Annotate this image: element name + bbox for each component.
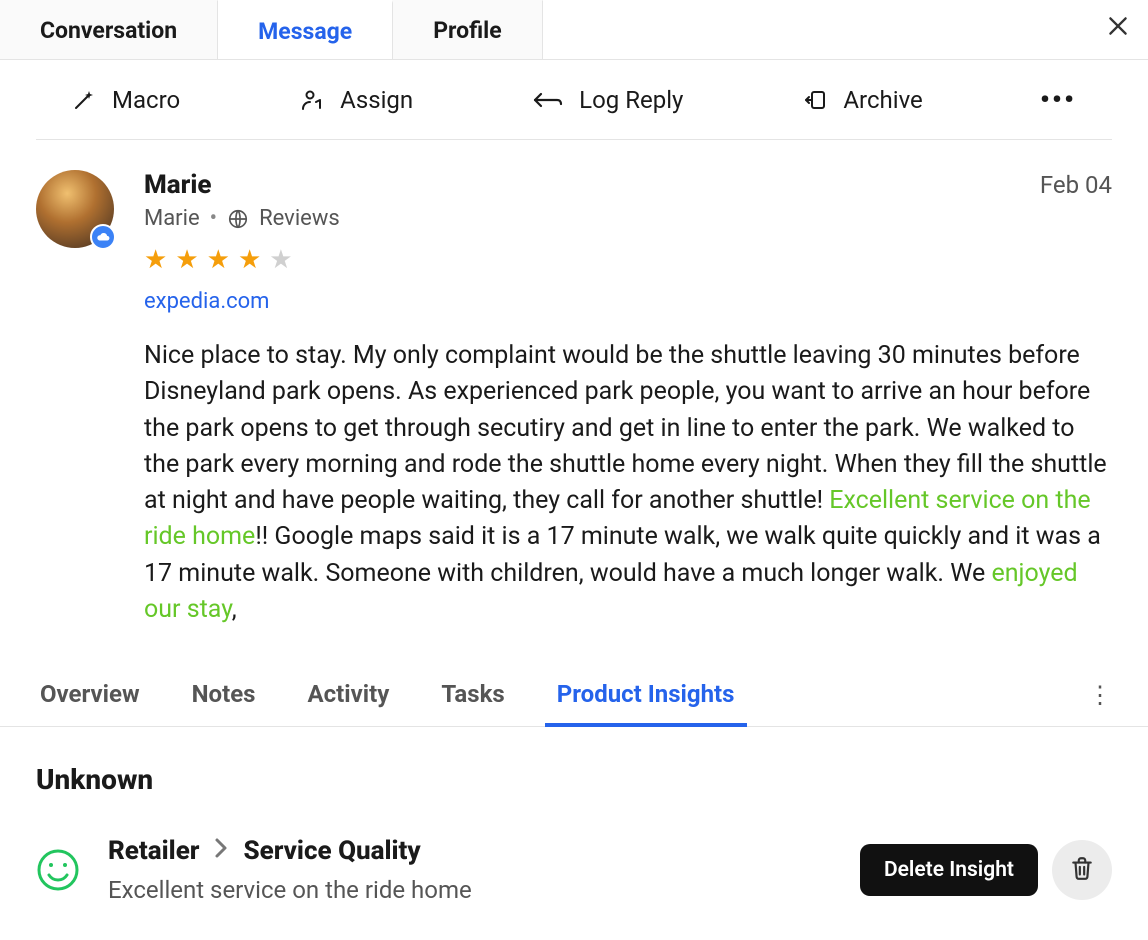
- action-more[interactable]: •••: [1040, 83, 1076, 116]
- review-sub-author: Marie: [144, 206, 200, 231]
- avatar[interactable]: [36, 170, 114, 248]
- review-author: Marie: [144, 170, 211, 200]
- close-button[interactable]: [1088, 0, 1148, 59]
- delete-insight-button[interactable]: Delete Insight: [860, 844, 1038, 896]
- review-channel: Reviews: [259, 206, 340, 231]
- tab-product-insights[interactable]: Product Insights: [553, 664, 739, 726]
- tab-profile[interactable]: Profile: [393, 0, 542, 59]
- close-icon: [1105, 12, 1131, 47]
- action-macro[interactable]: Macro: [72, 76, 180, 124]
- insight-row: Retailer Service Quality Excellent servi…: [36, 836, 1112, 904]
- review-body: Marie Feb 04 Marie • Reviews ★ ★ ★ ★ ★ e…: [144, 170, 1112, 628]
- insight-section-heading: Unknown: [36, 763, 1112, 796]
- avatar-cloud-badge: [90, 224, 116, 250]
- action-assign[interactable]: Assign: [300, 76, 413, 124]
- sentiment-icon-positive: [36, 848, 80, 892]
- insight-section: Unknown Retailer Service Quality Excelle…: [0, 727, 1148, 940]
- review-card: Marie Feb 04 Marie • Reviews ★ ★ ★ ★ ★ e…: [0, 140, 1148, 648]
- action-log-reply[interactable]: Log Reply: [533, 76, 683, 124]
- insight-excerpt: Excellent service on the ride home: [108, 876, 832, 904]
- action-archive[interactable]: Archive: [803, 76, 922, 124]
- tab-message[interactable]: Message: [218, 0, 393, 59]
- detail-tab-bar: Overview Notes Activity Tasks Product In…: [0, 664, 1148, 727]
- action-assign-label: Assign: [340, 86, 413, 114]
- insight-category-secondary: Service Quality: [243, 836, 420, 866]
- tab-tasks[interactable]: Tasks: [437, 664, 508, 726]
- globe-icon: [227, 208, 249, 230]
- person-assign-icon: [300, 88, 324, 112]
- top-tab-bar: Conversation Message Profile: [0, 0, 1148, 60]
- tab-notes[interactable]: Notes: [188, 664, 260, 726]
- action-bar: Macro Assign Log Reply Archive •••: [36, 60, 1112, 140]
- trash-icon: [1069, 855, 1095, 885]
- tab-activity[interactable]: Activity: [304, 664, 394, 726]
- chevron-right-icon: [213, 836, 229, 866]
- archive-icon: [803, 88, 827, 112]
- review-subline: Marie • Reviews: [144, 206, 1112, 231]
- wand-icon: [72, 88, 96, 112]
- review-source-link[interactable]: expedia.com: [144, 289, 269, 314]
- trash-button[interactable]: [1052, 840, 1112, 900]
- insight-title: Retailer Service Quality: [108, 836, 832, 866]
- more-horizontal-icon: •••: [1040, 83, 1076, 116]
- star-icon: ★: [175, 245, 198, 275]
- star-icon: ★: [238, 245, 261, 275]
- star-icon: ★: [269, 245, 292, 275]
- action-archive-label: Archive: [843, 86, 922, 114]
- star-icon: ★: [144, 245, 167, 275]
- tab-overview[interactable]: Overview: [36, 664, 144, 726]
- action-log-reply-label: Log Reply: [579, 86, 683, 114]
- insight-category-primary: Retailer: [108, 836, 199, 866]
- tab-conversation[interactable]: Conversation: [0, 0, 218, 59]
- review-text-part: !! Google maps said it is a 17 minute wa…: [144, 522, 1101, 587]
- detail-tabs-more[interactable]: ⋮: [1078, 671, 1112, 719]
- reply-arrow-icon: [533, 88, 563, 112]
- star-icon: ★: [207, 245, 230, 275]
- star-rating: ★ ★ ★ ★ ★: [144, 245, 1112, 275]
- more-vertical-icon: ⋮: [1088, 681, 1112, 709]
- review-text: Nice place to stay. My only complaint wo…: [144, 338, 1112, 628]
- action-macro-label: Macro: [112, 86, 180, 114]
- separator-dot: •: [210, 206, 217, 231]
- review-text-part: ,: [232, 595, 237, 624]
- review-date: Feb 04: [1040, 171, 1112, 199]
